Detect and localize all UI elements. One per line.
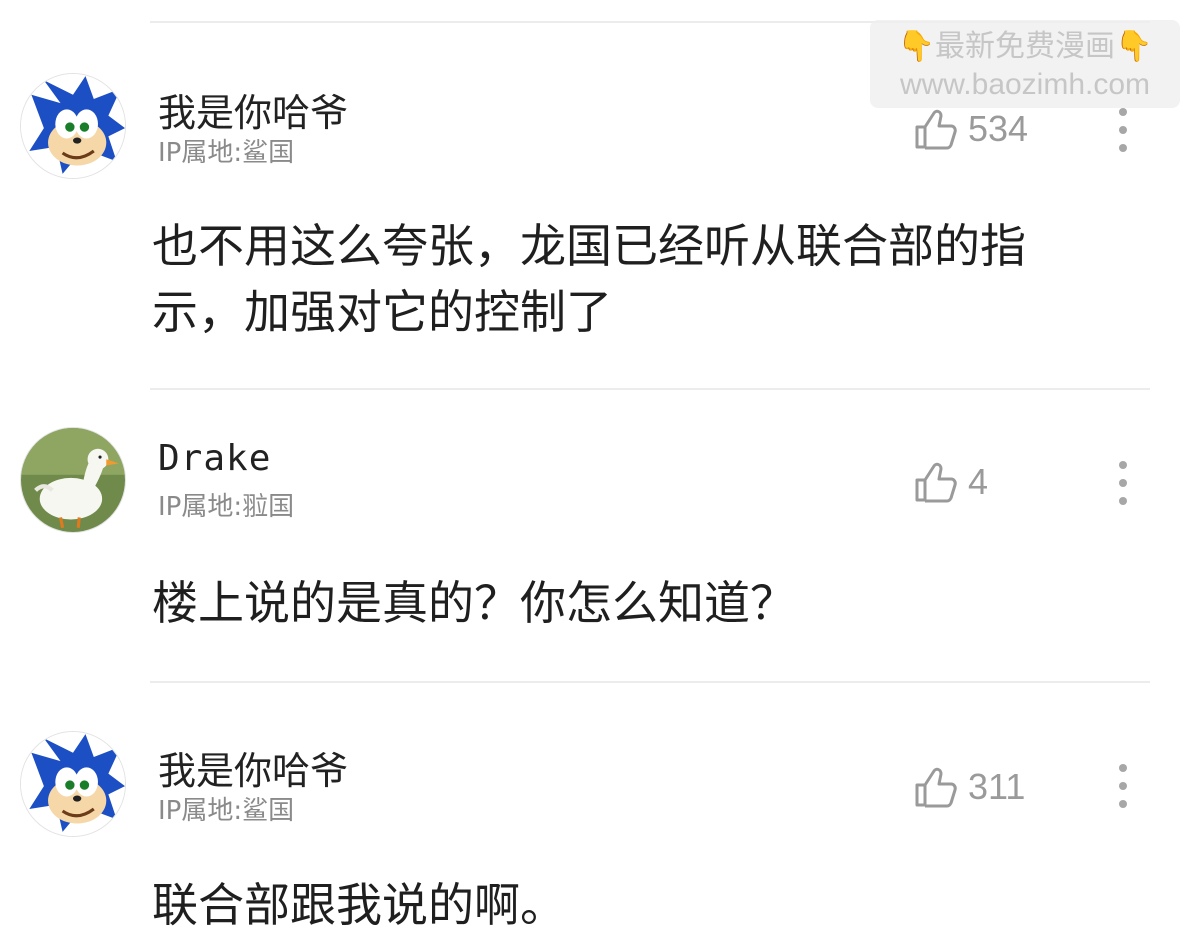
- more-options-icon[interactable]: [1108, 102, 1138, 162]
- sonic-avatar-icon: [21, 732, 125, 836]
- like-count: 534: [968, 108, 1029, 149]
- pointing-down-icon: 👇: [1115, 29, 1153, 64]
- username[interactable]: 我是你哈爷: [158, 740, 348, 795]
- comment-text: 联合部跟我说的啊。: [152, 878, 566, 932]
- watermark-banner: 👇最新免费漫画👇 www.baozimh.com: [870, 20, 1180, 108]
- comment-text: 也不用这么夸张，龙国已经听从联合部的指示，加强对它的控制了: [152, 219, 1026, 339]
- divider: [150, 388, 1150, 390]
- avatar[interactable]: [20, 731, 126, 837]
- ip-location: IP属地:鲨国: [158, 796, 295, 826]
- avatar[interactable]: [20, 427, 126, 533]
- watermark-line-1: 👇最新免费漫画👇: [870, 28, 1180, 66]
- ip-location: IP属地:鲨国: [158, 138, 295, 168]
- username[interactable]: 我是你哈爷: [158, 82, 348, 137]
- like-button[interactable]: 4: [912, 457, 988, 507]
- thumbs-up-icon: [915, 767, 957, 808]
- like-button[interactable]: 534: [912, 104, 1028, 154]
- like-count: 311: [968, 766, 1026, 807]
- like-count: 4: [968, 461, 989, 502]
- more-options-icon[interactable]: [1108, 455, 1138, 515]
- sonic-avatar-icon: [21, 74, 125, 178]
- watermark-text: 最新免费漫画: [935, 29, 1115, 64]
- ip-location: IP属地:翋国: [158, 492, 295, 522]
- thumbs-up-icon: [915, 462, 957, 503]
- avatar[interactable]: [20, 73, 126, 179]
- watermark-url: www.baozimh.com: [899, 68, 1151, 101]
- thumbs-up-icon: [915, 109, 957, 150]
- pointing-down-icon: 👇: [897, 29, 935, 64]
- username[interactable]: Drake: [158, 438, 271, 479]
- duck-avatar-icon: [21, 428, 125, 532]
- like-button[interactable]: 311: [912, 762, 1025, 812]
- more-options-icon[interactable]: [1108, 758, 1138, 818]
- divider: [150, 681, 1150, 683]
- comment-text: 楼上说的是真的？你怎么知道？: [152, 576, 796, 630]
